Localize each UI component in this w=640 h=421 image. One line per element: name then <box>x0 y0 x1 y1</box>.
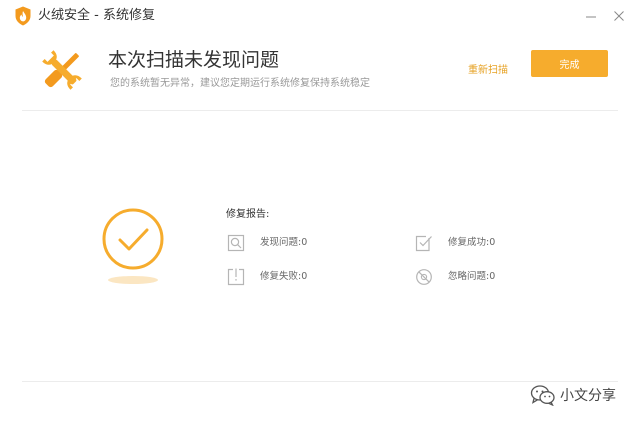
stat-success-label: 修复成功:0 <box>448 237 496 248</box>
stat-found-issues: 发现问题:0 <box>227 234 347 254</box>
search-doc-icon <box>227 234 245 252</box>
check-box-icon <box>415 234 433 252</box>
error-box-icon <box>227 268 245 286</box>
stat-ignored-label: 忽略问题:0 <box>448 271 496 282</box>
result-subtitle: 您的系统暂无异常，建议您定期运行系统修复保持系统稳定 <box>110 78 370 89</box>
stat-repair-failed: 修复失败:0 <box>227 268 347 288</box>
stat-ignored-issues: 忽略问题:0 <box>415 268 535 288</box>
stat-repair-success: 修复成功:0 <box>415 234 535 254</box>
footer-divider <box>22 381 618 382</box>
huorong-flame-icon <box>14 6 32 26</box>
rescan-link[interactable]: 重新扫描 <box>468 64 508 78</box>
minimize-icon <box>585 7 597 26</box>
close-button[interactable] <box>608 5 630 27</box>
watermark-text: 小文分享 <box>560 388 616 404</box>
header-divider <box>22 110 618 111</box>
report-title: 修复报告: <box>226 209 270 220</box>
system-repair-window: 火绒安全 - 系统修复 本次扫描未发现问题 您的系统暂无异常，建议您定期运行系统… <box>0 0 640 421</box>
stat-found-label: 发现问题:0 <box>260 237 308 248</box>
checkmark-circle-icon <box>99 207 167 287</box>
watermark: 小文分享 <box>530 381 616 409</box>
wechat-icon <box>530 384 556 407</box>
result-header: 本次扫描未发现问题 您的系统暂无异常，建议您定期运行系统修复保持系统稳定 重新扫… <box>0 34 640 112</box>
window-title: 火绒安全 - 系统修复 <box>38 8 155 23</box>
done-button[interactable]: 完成 <box>531 50 608 77</box>
title-bar: 火绒安全 - 系统修复 <box>0 0 640 34</box>
ignore-circle-icon <box>415 268 433 286</box>
result-title: 本次扫描未发现问题 <box>108 49 280 71</box>
wrench-screwdriver-icon <box>36 44 88 96</box>
stat-failed-label: 修复失败:0 <box>260 271 308 282</box>
close-icon <box>613 7 625 26</box>
minimize-button[interactable] <box>580 5 602 27</box>
